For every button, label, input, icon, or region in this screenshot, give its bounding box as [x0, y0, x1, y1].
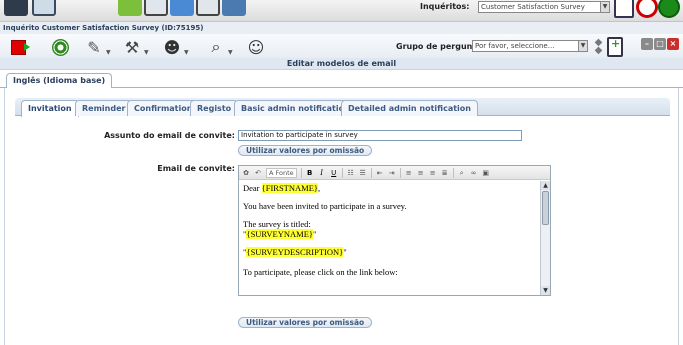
question-group-placeholder: Por favor, seleccione... — [475, 42, 555, 50]
surveyname-placeholder: {SURVEYNAME} — [246, 229, 313, 239]
survey-select-value: Customer Satisfaction Survey — [481, 3, 585, 11]
survey-title: Inquérito Customer Satisfaction Survey (… — [0, 22, 683, 34]
numbered-list-icon[interactable]: ☷ — [347, 168, 355, 178]
titled-line: The survey is titled: — [243, 219, 311, 229]
find-icon[interactable]: ⌕ — [458, 168, 466, 178]
window-controls: – □ × — [641, 38, 679, 50]
invited-line: You have been invited to participate in … — [243, 201, 407, 211]
tab-confirmation[interactable]: Confirmation — [127, 100, 200, 116]
chevron-down-icon: ▼ — [106, 49, 111, 56]
language-tabs: Inglês (Idioma base) — [0, 70, 683, 89]
chevron-down-icon: ▼ — [600, 2, 609, 12]
align-left-icon[interactable]: ≡ — [405, 168, 413, 178]
separator — [370, 167, 372, 178]
home-icon[interactable] — [4, 0, 28, 16]
preview-icon[interactable]: ⌕ — [206, 37, 226, 57]
separator — [341, 167, 343, 178]
chevron-down-icon: ▼ — [228, 49, 233, 56]
bullet-list-icon[interactable]: ☰ — [359, 168, 367, 178]
image-icon[interactable]: ▣ — [482, 168, 490, 178]
activate-icon[interactable] — [24, 43, 30, 51]
font-dropdown[interactable]: A Fonte — [266, 167, 297, 178]
separator — [300, 167, 302, 178]
navigate-arrows-icon[interactable]: ◆ ◆ — [592, 38, 605, 56]
undo-icon[interactable]: ↶ — [254, 168, 262, 178]
quote: " — [313, 229, 317, 239]
surveys-label: Inquéritos: — [420, 2, 470, 11]
italic-icon[interactable]: I — [318, 168, 326, 178]
chevron-down-icon: ▼ — [184, 49, 189, 56]
align-center-icon[interactable]: ≡ — [417, 168, 425, 178]
reset-subject-button[interactable]: Utilizar valores por omissão — [238, 145, 373, 156]
tab-reminder[interactable]: Reminder — [75, 100, 133, 116]
chevron-down-icon: ▼ — [144, 49, 149, 56]
outdent-icon[interactable]: ⇤ — [376, 168, 384, 178]
editor-scrollbar[interactable]: ▲ ▼ — [540, 181, 550, 295]
scroll-thumb[interactable] — [542, 191, 549, 225]
help-icon[interactable] — [658, 0, 680, 18]
font-label: Fonte — [275, 168, 294, 177]
template-tabs: Invitation Reminder Confirmation Registo… — [15, 98, 670, 117]
editor-toolbar: ✿ ↶ A Fonte B I U ☷ ☰ ⇤ ⇥ ≡ ≡ ≡ ≣ ⌕ ∞ ▣ — [239, 166, 550, 180]
email-body-editor[interactable]: ✿ ↶ A Fonte B I U ☷ ☰ ⇤ ⇥ ≡ ≡ ≡ ≣ ⌕ ∞ ▣ … — [238, 165, 551, 296]
people-icon[interactable]: ☻ — [162, 37, 182, 57]
content-area: Invitation Reminder Confirmation Registo… — [4, 88, 679, 345]
document-icon[interactable] — [144, 0, 168, 16]
scroll-up-icon[interactable]: ▲ — [541, 181, 550, 190]
subject-input[interactable]: Invitation to participate in survey — [238, 130, 522, 141]
table-icon[interactable] — [196, 0, 220, 16]
add-group-icon[interactable] — [607, 37, 623, 57]
editor-content[interactable]: Dear {FIRSTNAME}, You have been invited … — [243, 181, 539, 295]
insert-field-icon[interactable]: ✿ — [242, 168, 250, 178]
scroll-down-icon[interactable]: ▼ — [541, 286, 550, 295]
tab-basic-admin-notification[interactable]: Basic admin notification — [234, 100, 357, 116]
new-survey-icon[interactable] — [614, 0, 634, 18]
tab-detailed-admin-notification[interactable]: Detailed admin notification — [341, 100, 478, 116]
close-icon[interactable]: × — [667, 38, 679, 50]
firstname-placeholder: {FIRSTNAME} — [261, 183, 318, 193]
edit-icon[interactable] — [118, 0, 142, 16]
participate-line: To participate, please click on the link… — [243, 267, 398, 277]
surveydescription-placeholder: {SURVEYDESCRIPTION} — [246, 247, 344, 257]
subject-label: Assunto do email de convite: — [104, 131, 235, 140]
underline-icon[interactable]: U — [330, 168, 338, 178]
separator — [399, 167, 401, 178]
quote: " — [343, 247, 347, 257]
minimize-icon[interactable]: – — [641, 38, 653, 50]
list-icon[interactable] — [32, 0, 56, 16]
tab-invitation[interactable]: Invitation — [21, 100, 79, 117]
maximize-icon[interactable]: □ — [654, 38, 666, 50]
settings-gear-icon[interactable] — [50, 37, 70, 57]
logout-icon[interactable] — [636, 0, 658, 18]
separator — [452, 167, 454, 178]
question-group-select[interactable]: Por favor, seleccione... ▼ — [472, 40, 588, 52]
tab-registo[interactable]: Registo — [190, 100, 239, 116]
top-toolbar: Inquéritos: Customer Satisfaction Survey… — [0, 0, 683, 22]
align-right-icon[interactable]: ≡ — [429, 168, 437, 178]
page: Inquéritos: Customer Satisfaction Survey… — [0, 0, 683, 345]
panel-title: Editar modelos de email — [0, 58, 683, 70]
indent-icon[interactable]: ⇥ — [388, 168, 396, 178]
greeting-suffix: , — [317, 183, 321, 193]
link-icon[interactable]: ∞ — [470, 168, 478, 178]
view-icon[interactable] — [170, 0, 194, 16]
save-icon[interactable] — [222, 0, 246, 16]
participants-icon[interactable]: ☺ — [246, 37, 266, 57]
tools-icon[interactable]: ⚒ — [122, 37, 142, 57]
greeting-line: Dear {FIRSTNAME}, — [243, 183, 539, 193]
survey-select[interactable]: Customer Satisfaction Survey ▼ — [478, 1, 610, 13]
body-label: Email de convite: — [157, 164, 235, 173]
surveyname-line: "{SURVEYNAME}" — [243, 229, 539, 239]
chevron-down-icon: ▼ — [578, 41, 587, 51]
greeting-prefix: Dear — [243, 183, 262, 193]
edit-survey-icon[interactable]: ✎ — [84, 37, 104, 57]
justify-icon[interactable]: ≣ — [441, 168, 449, 178]
reset-body-button[interactable]: Utilizar valores por omissão — [238, 317, 373, 328]
bold-icon[interactable]: B — [306, 168, 314, 178]
survey-toolbar: ✎ ▼ ⚒ ▼ ☻ ▼ ⌕ ▼ ☺ Grupo de perguntas: Po… — [0, 34, 683, 61]
tab-base-language[interactable]: Inglês (Idioma base) — [6, 73, 113, 89]
surveydesc-line: "{SURVEYDESCRIPTION}" — [243, 247, 539, 257]
